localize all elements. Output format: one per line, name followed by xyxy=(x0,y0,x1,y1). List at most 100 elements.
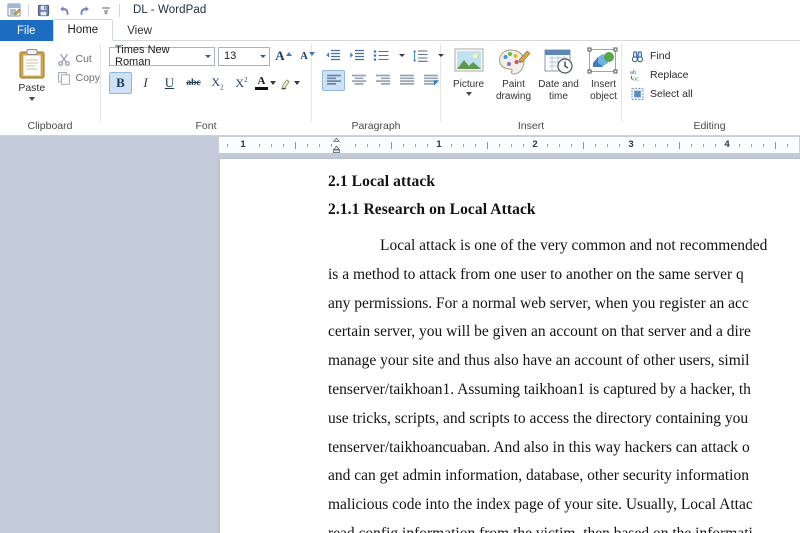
grow-font-button[interactable]: A xyxy=(273,46,294,66)
body-line: use tricks, scripts, and scripts to acce… xyxy=(328,409,749,427)
font-group-label: Font xyxy=(195,120,217,132)
editing-group-label: Editing xyxy=(693,120,726,132)
italic-button[interactable]: I xyxy=(135,73,156,93)
horizontal-ruler[interactable]: 1 1 2 3 4 xyxy=(218,136,800,153)
tab-view[interactable]: View xyxy=(113,21,166,41)
paint-palette-icon xyxy=(498,49,530,75)
superscript-button[interactable]: X2 xyxy=(231,73,252,93)
replace-label: Replace xyxy=(650,69,689,81)
indent-marker-icon[interactable] xyxy=(332,137,341,153)
replace-button[interactable]: ab ac Replace xyxy=(630,68,693,82)
wordpad-window: DL - WordPad File Home View Paste Cut Co… xyxy=(0,0,800,533)
ruler-number: 1 xyxy=(436,139,442,150)
tab-file[interactable]: File xyxy=(0,20,53,41)
picture-icon xyxy=(454,48,483,72)
paste-button[interactable]: Paste xyxy=(8,46,55,101)
paragraph-settings-button[interactable] xyxy=(420,71,441,90)
highlighter-icon xyxy=(281,78,290,89)
picture-dropdown-caret-icon[interactable] xyxy=(465,91,472,96)
font-family-combo[interactable]: Times New Roman xyxy=(109,44,215,68)
highlight-button[interactable] xyxy=(279,73,300,93)
document-body[interactable]: 2.1 Local attack 2.1.1 Research on Local… xyxy=(220,159,800,533)
align-left-icon xyxy=(326,74,341,85)
select-all-button[interactable]: Select all xyxy=(630,87,693,101)
redo-icon[interactable] xyxy=(75,1,95,19)
paste-icon xyxy=(19,49,45,79)
ribbon-tabs: File Home View xyxy=(0,19,800,41)
text-color-icon: A xyxy=(255,76,268,90)
body-line: manage your site and thus also have an a… xyxy=(328,352,750,370)
customize-qat-icon[interactable] xyxy=(96,1,116,19)
ruler-number: 3 xyxy=(628,139,634,150)
qat-separator xyxy=(28,3,29,17)
chevron-down-icon[interactable] xyxy=(294,81,300,85)
chevron-down-icon[interactable] xyxy=(270,81,276,85)
ribbon-group-editing: Find ab ac Replace Select all Editing xyxy=(622,41,797,135)
chevron-down-icon[interactable] xyxy=(205,54,211,58)
align-center-button[interactable] xyxy=(348,71,369,90)
strikethrough-button[interactable]: abc xyxy=(183,73,204,93)
decrease-indent-button[interactable] xyxy=(322,46,343,65)
document-page[interactable]: 2.1 Local attack 2.1.1 Research on Local… xyxy=(220,159,800,533)
increase-indent-button[interactable] xyxy=(346,46,367,65)
align-right-icon xyxy=(375,74,390,85)
line-spacing-icon xyxy=(412,49,427,62)
copy-button[interactable]: Copy xyxy=(57,71,100,85)
body-line: read config information from the victim,… xyxy=(328,520,800,533)
cut-label: Cut xyxy=(75,53,92,65)
font-size-value: 13 xyxy=(224,50,237,62)
subscript-label: X xyxy=(211,74,221,89)
paint-drawing-label: Paint drawing xyxy=(495,79,532,102)
svg-text:ac: ac xyxy=(633,76,639,82)
text-color-button[interactable]: A xyxy=(255,73,276,93)
insert-group-label: Insert xyxy=(517,120,545,132)
bullets-button[interactable] xyxy=(370,46,391,65)
insert-object-icon xyxy=(587,47,617,74)
ribbon-group-paragraph: Paragraph xyxy=(312,41,444,135)
chevron-down-icon[interactable] xyxy=(260,54,266,58)
bullets-dropdown[interactable] xyxy=(394,46,406,65)
bold-label: B xyxy=(116,75,125,90)
find-label: Find xyxy=(650,50,671,62)
body-line: any permissions. For a normal web server… xyxy=(328,294,749,312)
increase-indent-icon xyxy=(349,49,364,60)
bold-button[interactable]: B xyxy=(109,72,132,94)
italic-label: I xyxy=(143,75,148,90)
heading-research-on-local-attack: 2.1.1 Research on Local Attack xyxy=(328,201,536,218)
underline-button[interactable]: U xyxy=(159,73,180,93)
date-and-time-label: Date and time xyxy=(538,79,579,102)
line-spacing-button[interactable] xyxy=(409,46,430,65)
title-separator xyxy=(119,3,120,17)
decrease-indent-icon xyxy=(325,49,340,60)
body-line: malicious code into the index page of yo… xyxy=(328,496,753,514)
ruler-number: 4 xyxy=(724,139,730,150)
paste-dropdown-caret-icon[interactable] xyxy=(28,97,35,101)
undo-icon[interactable] xyxy=(54,1,74,19)
paint-drawing-button[interactable]: Paint drawing xyxy=(492,46,535,102)
paragraph-settings-icon xyxy=(423,74,439,86)
justify-button[interactable] xyxy=(396,71,417,90)
insert-object-button[interactable]: Insert object xyxy=(582,46,625,102)
tab-home[interactable]: Home xyxy=(52,19,114,41)
subscript-button[interactable]: X2 xyxy=(207,73,228,93)
cut-button[interactable]: Cut xyxy=(57,52,100,66)
ribbon-group-clipboard: Paste Cut Copy Clipboard xyxy=(0,41,100,135)
body-line: and can get admin information, database,… xyxy=(328,467,749,485)
date-and-time-button[interactable]: Date and time xyxy=(537,46,580,102)
save-icon[interactable] xyxy=(33,1,53,19)
bullet-list-icon xyxy=(373,49,388,61)
align-left-button[interactable] xyxy=(322,70,345,91)
insert-picture-button[interactable]: Picture xyxy=(447,46,490,102)
font-size-combo[interactable]: 13 xyxy=(218,46,270,66)
select-all-icon xyxy=(631,87,644,101)
picture-label: Picture xyxy=(452,79,485,90)
replace-icon: ab ac xyxy=(630,69,639,82)
paste-label: Paste xyxy=(18,82,46,94)
find-button[interactable]: Find xyxy=(630,49,693,63)
align-right-button[interactable] xyxy=(372,71,393,90)
ruler-ticks: 1 1 2 3 4 xyxy=(219,137,799,153)
scissors-icon xyxy=(58,53,71,66)
body-line: Local attack is one of the very common a… xyxy=(380,237,768,254)
wordpad-icon[interactable] xyxy=(4,1,24,19)
grow-font-label: A xyxy=(275,48,285,63)
